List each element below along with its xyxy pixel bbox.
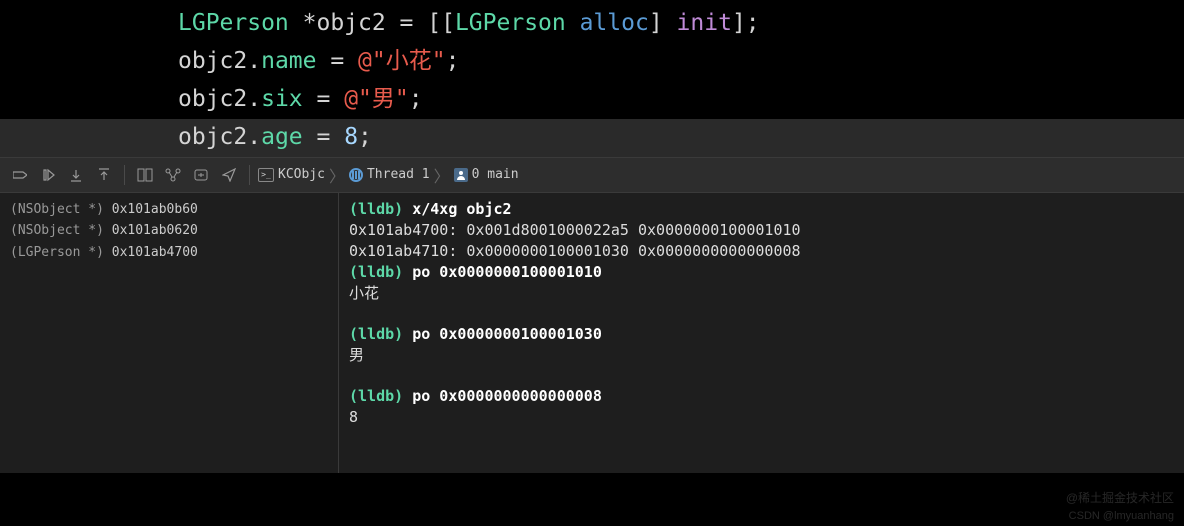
debug-toolbar: >_ KCObjc 〉 Thread 1 〉 0 main xyxy=(0,157,1184,193)
thread-icon xyxy=(349,168,363,182)
variable-row[interactable]: (NSObject *) 0x101ab0b60 xyxy=(0,199,338,220)
debug-area: (NSObject *) 0x101ab0b60 (NSObject *) 0x… xyxy=(0,193,1184,473)
person-icon xyxy=(454,168,468,182)
step-into-icon[interactable] xyxy=(92,163,116,187)
console-line: (lldb) po 0x0000000100001010 xyxy=(349,262,1174,283)
blank-line xyxy=(349,304,1174,324)
lldb-console[interactable]: (lldb) x/4xg objc2 0x101ab4700: 0x001d80… xyxy=(338,193,1184,473)
environment-icon[interactable] xyxy=(189,163,213,187)
code-editor: LGPerson *objc2 = [[LGPerson alloc] init… xyxy=(0,0,1184,157)
code-line-4-current: objc2.age = 8; xyxy=(0,119,1184,157)
debug-view-icon[interactable] xyxy=(133,163,157,187)
console-output: 0x101ab4700: 0x001d8001000022a5 0x000000… xyxy=(349,220,1174,241)
code-line-1: LGPerson *objc2 = [[LGPerson alloc] init… xyxy=(0,5,1184,43)
console-output: 8 xyxy=(349,407,1174,428)
location-icon[interactable] xyxy=(217,163,241,187)
memory-graph-icon[interactable] xyxy=(161,163,185,187)
separator xyxy=(249,165,250,185)
separator xyxy=(124,165,125,185)
blank-line xyxy=(349,366,1174,386)
continue-icon[interactable] xyxy=(36,163,60,187)
chevron-right-icon: 〉 xyxy=(329,163,345,187)
console-line: (lldb) po 0x0000000000000008 xyxy=(349,386,1174,407)
step-over-icon[interactable] xyxy=(64,163,88,187)
console-output: 男 xyxy=(349,345,1174,366)
watermark: CSDN @lmyuanhang xyxy=(1069,510,1174,522)
breadcrumb-thread: Thread 1 xyxy=(367,167,430,182)
variable-row[interactable]: (LGPerson *) 0x101ab4700 xyxy=(0,242,338,263)
console-line: (lldb) x/4xg objc2 xyxy=(349,199,1174,220)
variable-row[interactable]: (NSObject *) 0x101ab0620 xyxy=(0,220,338,241)
code-line-3: objc2.six = @"男"; xyxy=(0,81,1184,119)
variables-panel[interactable]: (NSObject *) 0x101ab0b60 (NSObject *) 0x… xyxy=(0,193,338,473)
console-output: 0x101ab4710: 0x0000000100001030 0x000000… xyxy=(349,241,1174,262)
console-output: 小花 xyxy=(349,283,1174,304)
console-line: (lldb) po 0x0000000100001030 xyxy=(349,324,1174,345)
watermark: @稀土掘金技术社区 xyxy=(1066,489,1174,506)
chevron-right-icon: 〉 xyxy=(434,163,450,187)
code-line-2: objc2.name = @"小花"; xyxy=(0,43,1184,81)
breadcrumb-frame: 0 main xyxy=(472,167,519,182)
type-name: LGPerson xyxy=(178,10,289,36)
breadcrumb-app: KCObjc xyxy=(278,167,325,182)
breadcrumb[interactable]: >_ KCObjc 〉 Thread 1 〉 0 main xyxy=(258,163,519,187)
toggle-breakpoints-icon[interactable] xyxy=(8,163,32,187)
terminal-icon: >_ xyxy=(258,168,274,182)
